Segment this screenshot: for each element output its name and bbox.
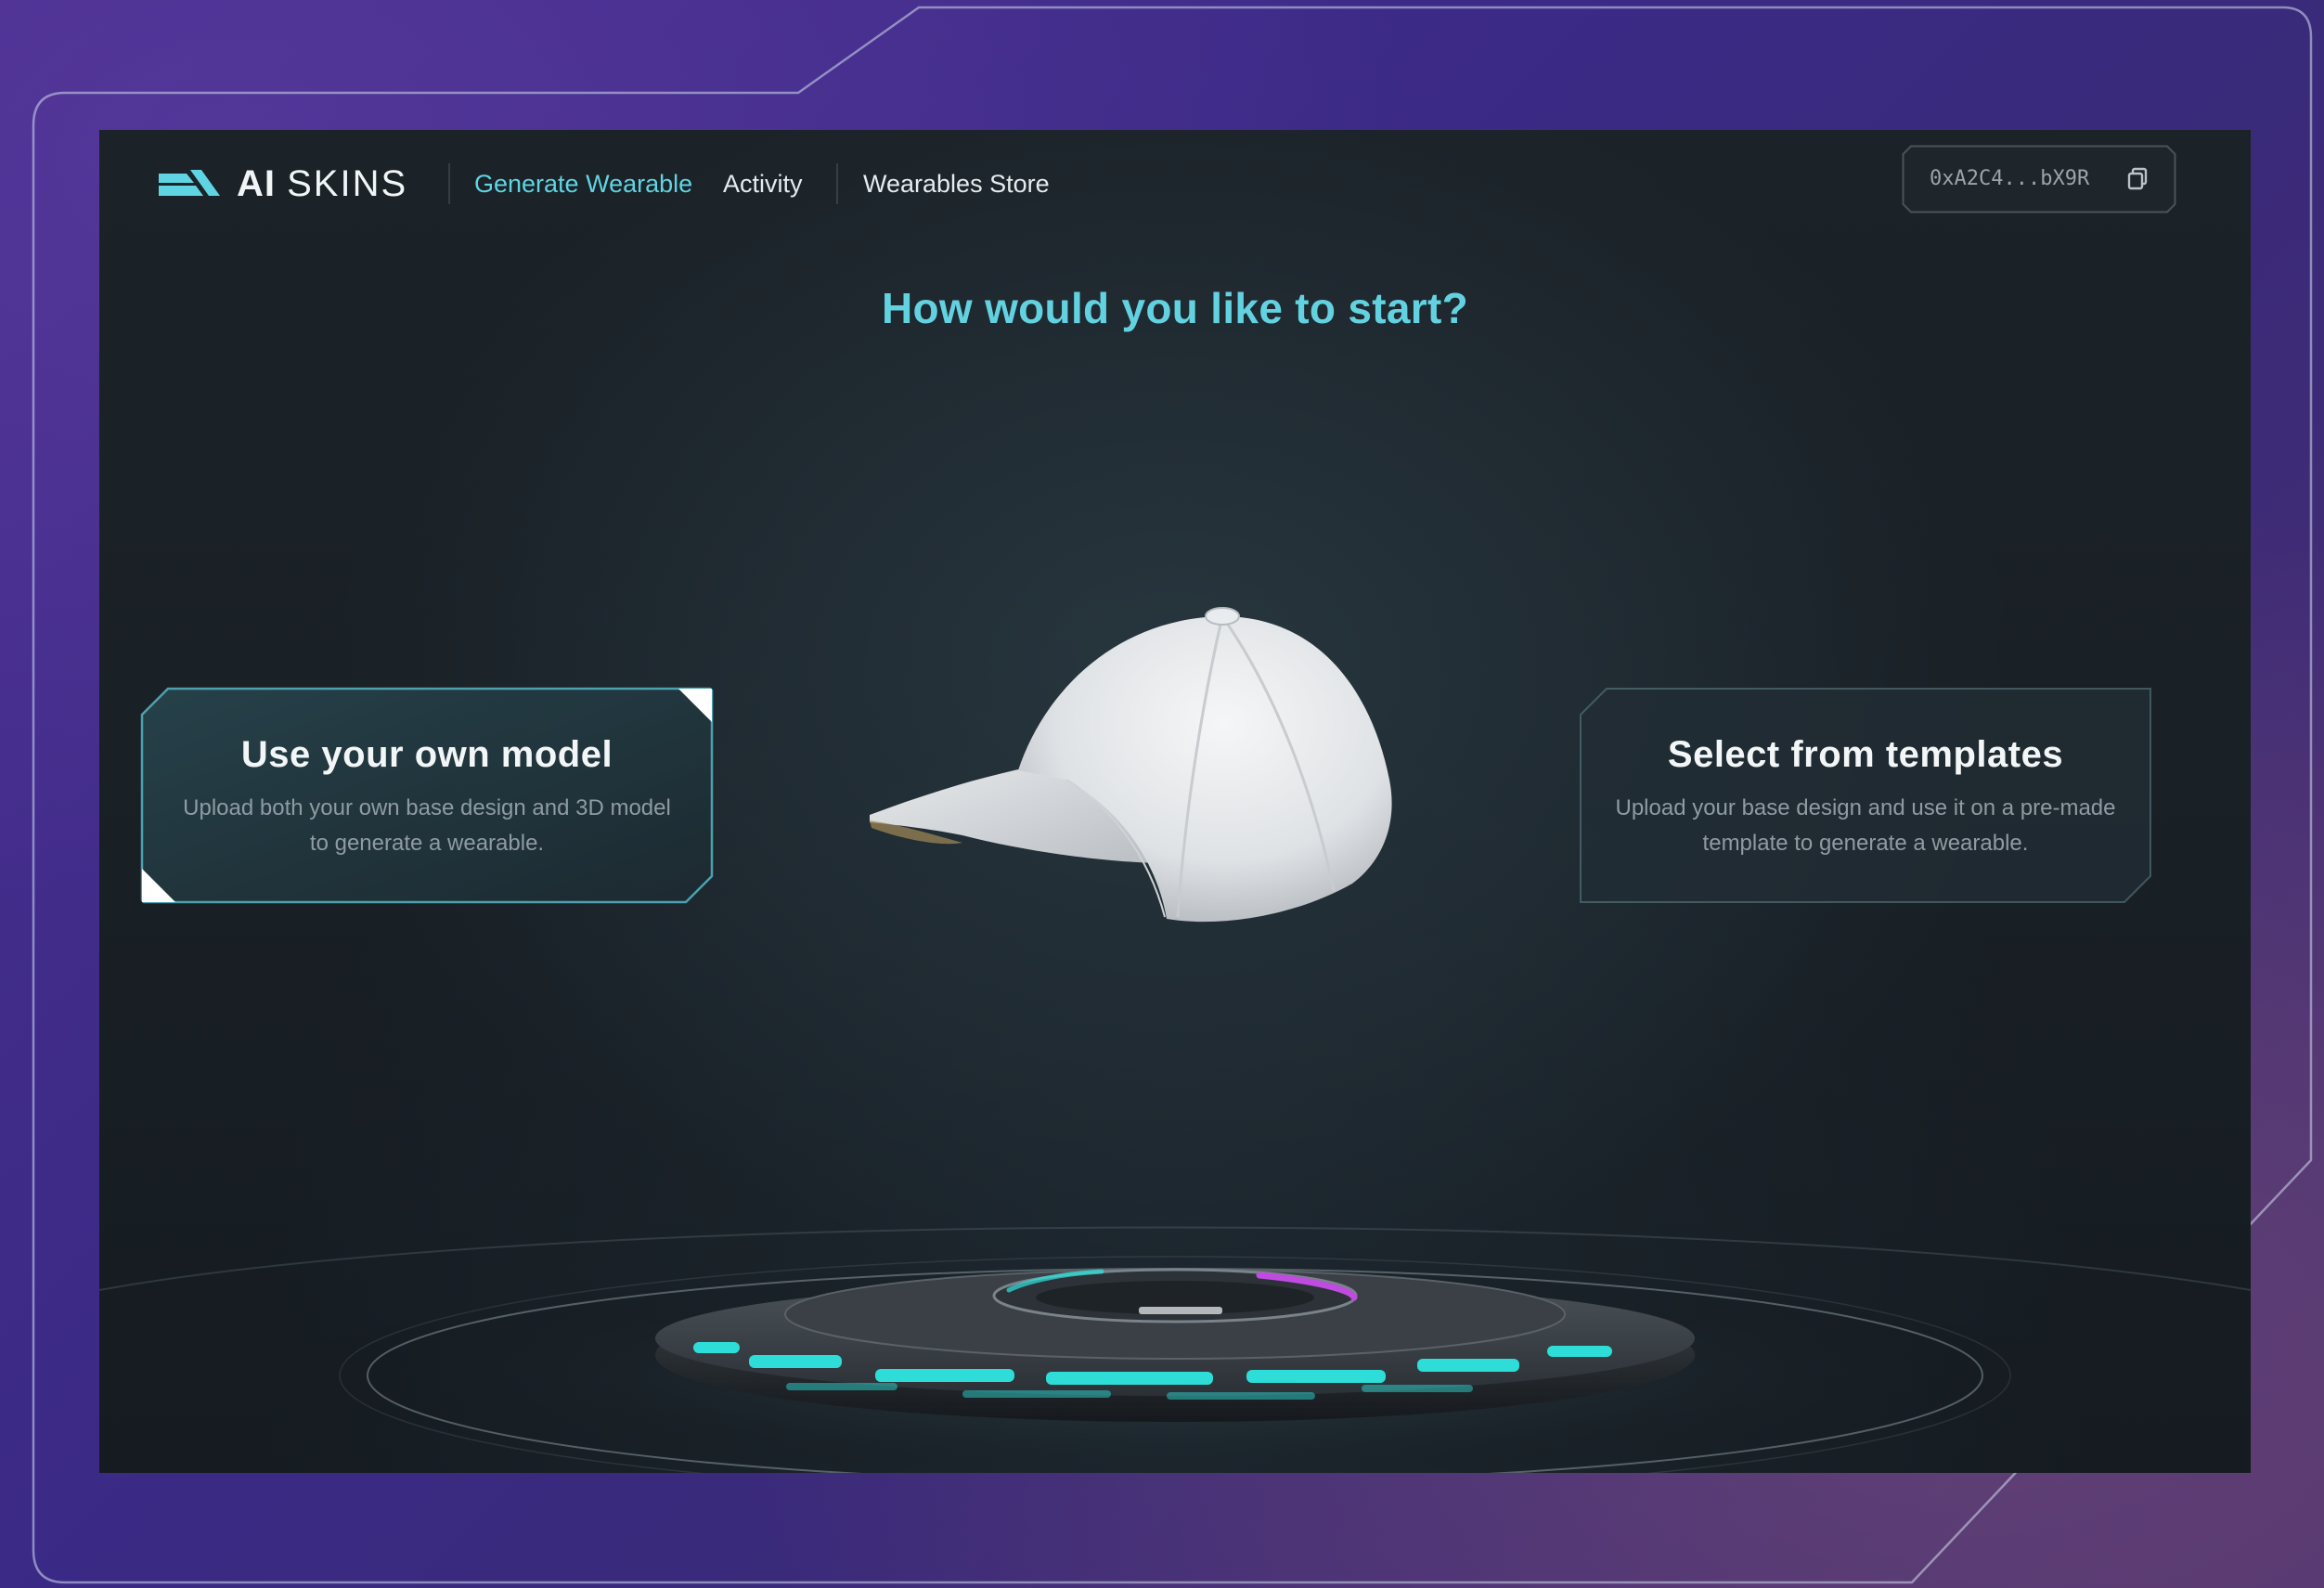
option-description: Upload your base design and use it on a … <box>1615 795 2116 856</box>
nav-item-generate-wearable[interactable]: Generate Wearable <box>474 167 692 200</box>
app-stage: AI SKINS Generate Wearable Activity Wear… <box>0 0 2324 1588</box>
display-platform <box>99 1226 2251 1473</box>
nav-item-wearables-store[interactable]: Wearables Store <box>863 167 1050 200</box>
option-card-templates[interactable]: Select from templates Upload your base d… <box>1579 687 2152 904</box>
option-title: Use your own model <box>240 734 613 775</box>
option-card-own-model[interactable]: Use your own model Upload both your own … <box>140 687 714 904</box>
baseball-cap-icon <box>870 607 1392 923</box>
ai-skins-logo[interactable]: AI SKINS <box>159 165 407 202</box>
nav-divider <box>836 163 838 204</box>
wallet-address-box[interactable]: 0xA2C4...bX9R <box>1902 145 2176 213</box>
copy-icon[interactable] <box>2126 167 2149 191</box>
logo-text: AI SKINS <box>237 165 407 202</box>
nav-item-activity[interactable]: Activity <box>723 167 803 200</box>
main-screen: AI SKINS Generate Wearable Activity Wear… <box>99 130 2251 1473</box>
option-title: Select from templates <box>1667 734 2064 775</box>
logo-mark-icon <box>159 170 220 196</box>
wallet-address: 0xA2C4...bX9R <box>1930 167 2090 190</box>
option-description: Upload both your own base design and 3D … <box>183 795 671 856</box>
logo-text-skins: SKINS <box>287 163 408 204</box>
page-heading: How would you like to start? <box>882 284 1468 332</box>
logo-text-ai: AI <box>237 163 276 204</box>
top-nav: AI SKINS Generate Wearable Activity Wear… <box>99 130 2251 232</box>
nav-divider <box>448 163 450 204</box>
